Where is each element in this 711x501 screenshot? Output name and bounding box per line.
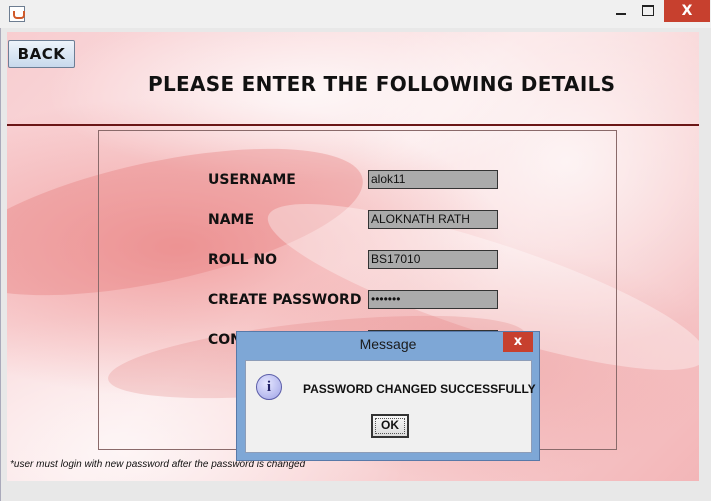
header-divider <box>7 124 699 126</box>
window-close-button[interactable]: X <box>664 0 710 22</box>
username-field[interactable]: alok11 <box>368 170 498 189</box>
username-label: USERNAME <box>208 172 296 188</box>
window-titlebar: X <box>0 0 711 28</box>
back-button[interactable]: BACK <box>8 40 75 68</box>
dialog-close-button[interactable]: x <box>503 332 533 352</box>
roll-no-label: ROLL NO <box>208 252 278 268</box>
maximize-button[interactable] <box>634 0 664 22</box>
java-app-icon <box>9 6 25 22</box>
create-password-field[interactable]: ••••••• <box>368 290 498 309</box>
message-dialog: Message x i PASSWORD CHANGED SUCCESSFULL… <box>236 331 540 461</box>
ok-button[interactable]: OK <box>371 414 409 438</box>
dialog-title: Message <box>359 336 417 352</box>
dialog-body: i PASSWORD CHANGED SUCCESSFULLY OK <box>245 360 536 453</box>
info-icon: i <box>256 374 282 400</box>
name-field[interactable]: ALOKNATH RATH <box>368 210 498 229</box>
roll-no-field[interactable]: BS17010 <box>368 250 498 269</box>
create-password-label: CREATE PASSWORD <box>208 292 362 308</box>
name-label: NAME <box>208 212 255 228</box>
dialog-message: PASSWORD CHANGED SUCCESSFULLY <box>303 382 536 396</box>
minimize-button[interactable] <box>606 0 636 22</box>
page-title: PLEASE ENTER THE FOLLOWING DETAILS <box>148 72 616 96</box>
